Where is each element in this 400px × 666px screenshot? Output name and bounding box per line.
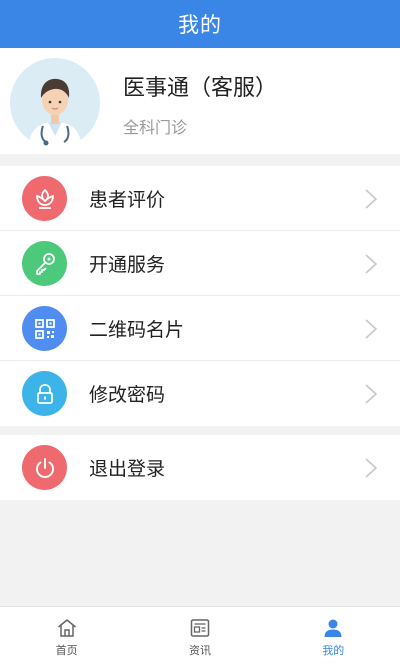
power-icon [22, 445, 67, 490]
logout-menu: 退出登录 [0, 435, 400, 500]
bottom-tab-bar: 首页 资讯 我的 [0, 606, 400, 666]
chevron-right-icon [365, 319, 378, 339]
menu-item-logout[interactable]: 退出登录 [0, 435, 400, 500]
menu-label: 修改密码 [89, 384, 166, 406]
news-icon [190, 619, 210, 637]
settings-menu: 患者评价 开通服务 二维码名片 修改密码 [0, 166, 400, 426]
tab-label: 首页 [55, 644, 78, 657]
tab-label: 资讯 [188, 644, 211, 657]
menu-item-patient-reviews[interactable]: 患者评价 [0, 166, 400, 231]
avatar [10, 58, 100, 148]
menu-label: 开通服务 [89, 253, 166, 276]
doctor-name: 医事通（客服） [123, 76, 278, 101]
tab-news[interactable]: 资讯 [133, 607, 266, 666]
chevron-right-icon [365, 384, 378, 404]
chevron-right-icon [365, 254, 378, 274]
menu-item-change-password[interactable]: 修改密码 [0, 361, 400, 426]
tab-label: 我的 [322, 644, 345, 657]
doctor-avatar-icon [28, 78, 82, 148]
chevron-right-icon [365, 189, 378, 209]
menu-item-activate-service[interactable]: 开通服务 [0, 231, 400, 296]
key-icon [22, 241, 67, 286]
tab-home[interactable]: 首页 [0, 607, 133, 666]
chevron-right-icon [365, 458, 378, 478]
lock-icon [22, 371, 67, 416]
qr-code-icon [22, 306, 67, 351]
person-icon [324, 619, 342, 637]
doctor-department: 全科门诊 [123, 118, 188, 137]
app-header: 我的 [0, 0, 400, 48]
menu-label: 退出登录 [89, 458, 166, 480]
profile-card[interactable]: 医事通（客服） 全科门诊 [0, 48, 400, 154]
menu-label: 患者评价 [89, 188, 166, 211]
menu-item-qr-card[interactable]: 二维码名片 [0, 296, 400, 361]
flower-icon [22, 176, 67, 221]
menu-label: 二维码名片 [89, 318, 185, 341]
home-icon [57, 619, 76, 637]
tab-mine[interactable]: 我的 [267, 607, 400, 666]
page-title: 我的 [178, 13, 222, 37]
